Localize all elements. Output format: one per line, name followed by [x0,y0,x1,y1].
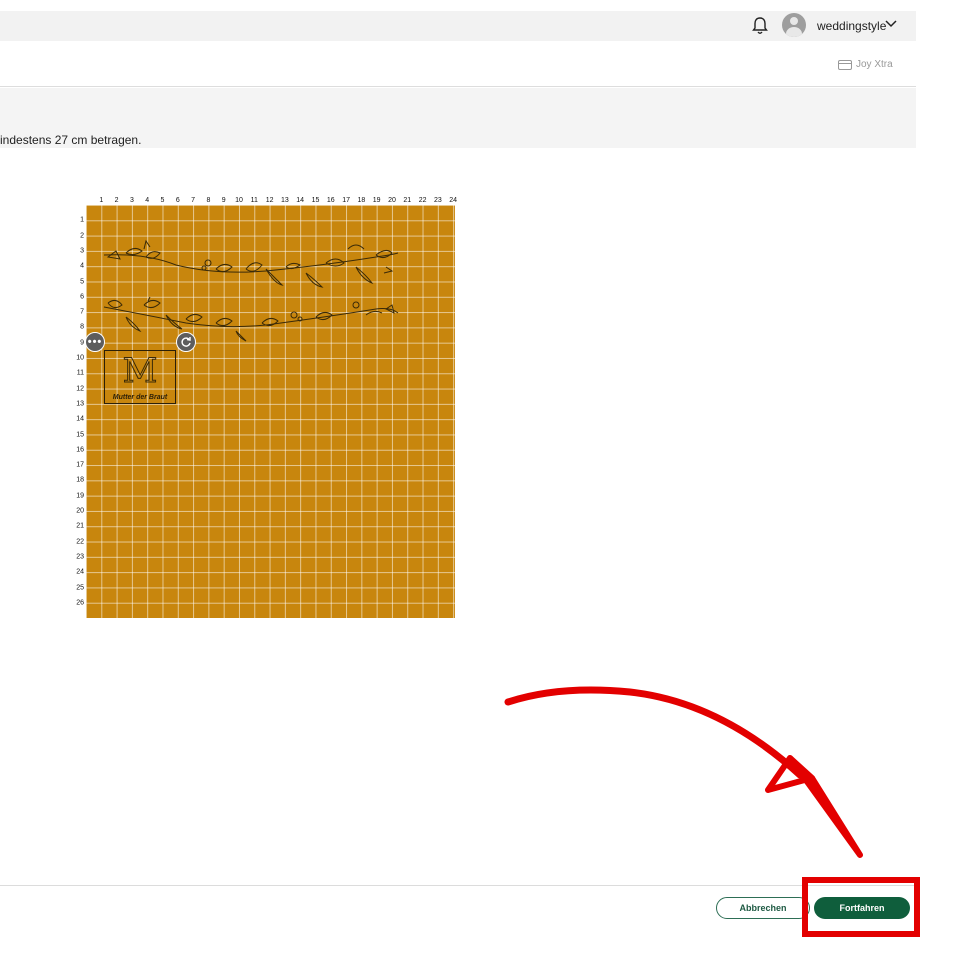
column-label: 2 [114,197,119,204]
column-label: 4 [145,197,150,204]
annotation-arrow [504,686,863,858]
floral-vine-designs[interactable] [86,205,455,618]
username-label[interactable]: weddingstyle [817,19,886,33]
row-label: 26 [76,599,84,607]
column-label: 7 [191,197,196,204]
monogram-letter: M [122,351,158,392]
row-label: 20 [76,507,84,515]
row-label: 24 [76,568,84,576]
avatar[interactable] [782,13,806,37]
row-label: 22 [76,538,84,546]
row-label: 19 [76,492,84,500]
row-label: 21 [76,522,84,530]
row-label: 1 [80,216,84,224]
cancel-button[interactable]: Abbrechen [716,897,810,919]
column-label: 13 [280,197,289,204]
monogram-frame[interactable]: M Mutter der Braut [104,350,176,404]
card-icon [838,59,852,70]
column-label: 24 [449,197,458,204]
column-label: 1 [99,197,104,204]
rotate-icon [181,337,191,347]
row-label: 18 [76,476,84,484]
column-label: 8 [206,197,211,204]
column-label: 12 [265,197,274,204]
row-label: 10 [76,354,84,362]
row-labels: 1 2 3 4 5 6 7 8 9 10 11 12 13 14 15 16 17 18 19 20 21 22 23 24 2… [70,205,86,617]
annotation-highlight-box [802,877,920,937]
column-label: 21 [403,197,412,204]
row-label: 13 [76,400,84,408]
row-label: 25 [76,584,84,591]
row-label: 7 [80,308,84,316]
column-label: 17 [342,197,350,204]
column-label: 19 [372,197,381,204]
column-label: 11 [250,197,258,204]
row-label: 2 [80,232,84,240]
column-label: 9 [221,197,226,204]
column-label: 10 [235,197,243,204]
column-label: 18 [357,197,366,204]
column-label: 6 [175,197,180,204]
plan-label: Joy Xtra [856,59,893,70]
row-label: 8 [80,323,84,331]
row-label: 5 [80,278,84,285]
chevron-down-icon[interactable] [885,20,897,28]
row-label: 15 [76,431,84,438]
row-label: 4 [80,262,84,270]
row-label: 23 [76,553,84,561]
monogram-caption: Mutter der Braut [112,394,168,401]
row-label: 14 [76,415,84,423]
more-options-button[interactable]: ••• [85,332,105,352]
rotate-button[interactable] [176,332,196,352]
row-label: 6 [80,293,84,301]
column-label: 22 [418,197,427,204]
footer-divider [0,885,916,886]
column-label: 14 [296,197,305,204]
column-label: 20 [388,197,396,204]
row-label: 12 [76,385,84,393]
row-label: 3 [80,247,84,255]
row-label: 11 [76,369,84,377]
row-label: 9 [80,339,84,347]
row-label: 17 [76,461,84,469]
column-label: 15 [311,197,320,204]
column-label: 5 [160,197,165,204]
plan-badge[interactable]: Joy Xtra [838,59,893,70]
more-horizontal-icon: ••• [87,335,103,348]
info-message: indestens 27 cm betragen. [0,133,142,147]
column-label: 23 [433,197,442,204]
column-label: 3 [129,197,134,204]
bell-icon[interactable] [751,16,769,36]
column-label: 16 [326,197,335,204]
row-label: 16 [76,446,84,454]
top-bar [0,11,916,41]
sub-header [0,42,916,87]
